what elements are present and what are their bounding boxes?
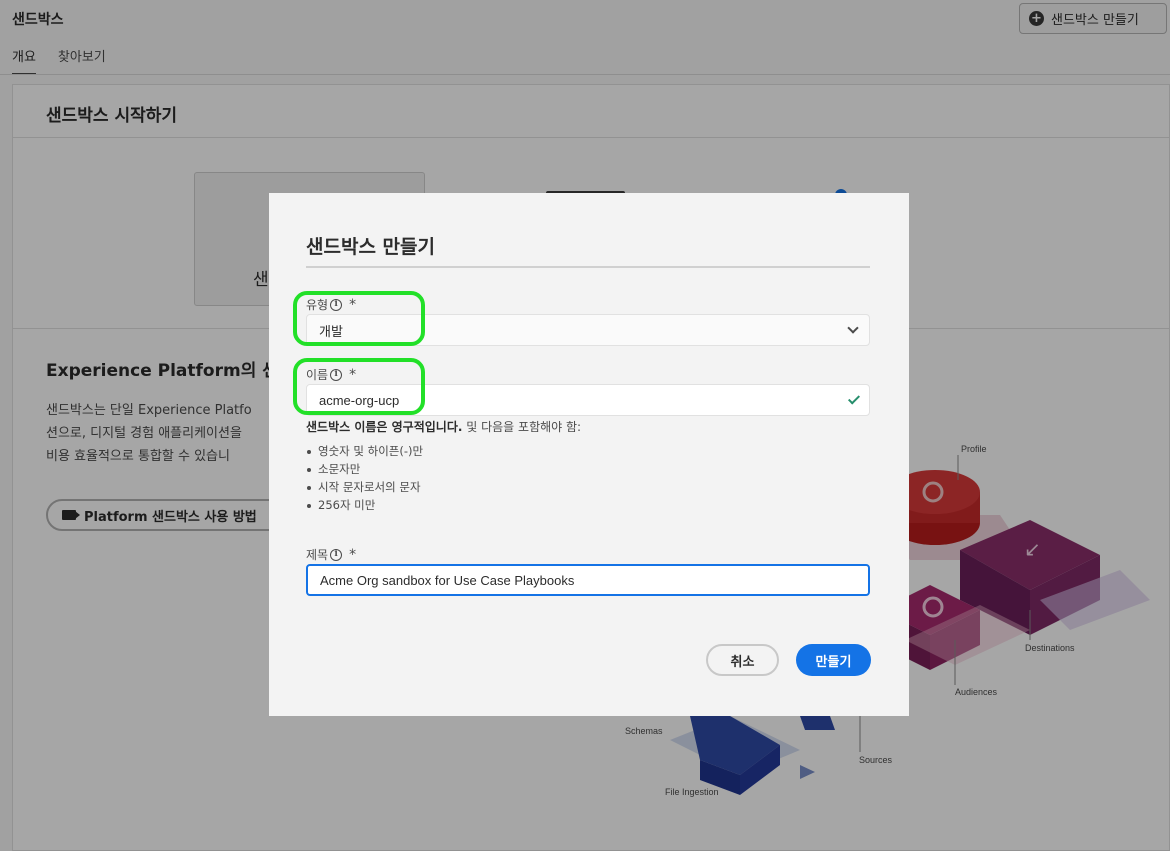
name-rule-item: 256자 미만 xyxy=(306,496,423,514)
name-hint: 샌드박스 이름은 영구적입니다. 및 다음을 포함해야 함: xyxy=(306,418,581,435)
create-button[interactable]: 만들기 xyxy=(796,644,871,676)
name-field-highlight xyxy=(293,358,425,415)
name-hint-rest: 및 다음을 포함해야 함: xyxy=(462,420,582,434)
title-input-value: Acme Org sandbox for Use Case Playbooks xyxy=(320,572,575,588)
required-asterisk: * xyxy=(349,546,357,563)
dialog-title: 샌드박스 만들기 xyxy=(306,236,435,258)
title-input[interactable]: Acme Org sandbox for Use Case Playbooks xyxy=(306,564,870,596)
name-rule-item: 시작 문자로서의 문자 xyxy=(306,478,423,496)
name-rule-item: 소문자만 xyxy=(306,460,423,478)
dialog-divider xyxy=(306,266,870,268)
title-field-label: 제목 i * xyxy=(306,546,356,563)
info-icon[interactable]: i xyxy=(330,548,343,561)
name-rule-item: 영숫자 및 하이픈(-)만 xyxy=(306,442,423,460)
chevron-down-icon xyxy=(847,322,859,334)
name-hint-bold: 샌드박스 이름은 영구적입니다. xyxy=(306,420,463,434)
title-label-text: 제목 xyxy=(306,548,329,562)
cancel-button[interactable]: 취소 xyxy=(706,644,779,676)
create-sandbox-dialog: 샌드박스 만들기 유형 i * 개발 이름 i * acme-org-ucp 샌… xyxy=(269,193,909,716)
name-rules-list: 영숫자 및 하이픈(-)만 소문자만 시작 문자로서의 문자 256자 미만 xyxy=(306,442,423,514)
type-field-highlight xyxy=(293,291,425,346)
checkmark-icon xyxy=(847,392,861,405)
